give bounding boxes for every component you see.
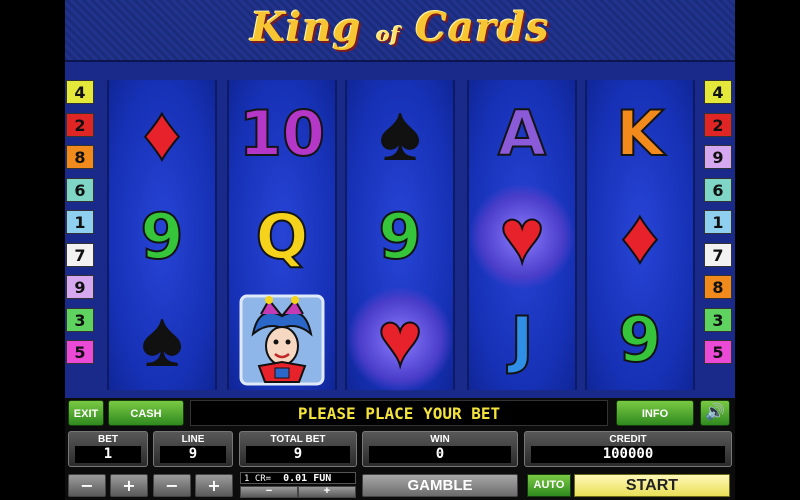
line-indicator-right-6: 6 [704, 177, 732, 202]
gamble-button[interactable]: GAMBLE [362, 474, 518, 497]
reel-5: K ♦ 9 [585, 80, 695, 390]
ten-symbol: 10 [238, 96, 326, 171]
bet-panel: BET 1 [68, 431, 148, 467]
reel-cell: Q [229, 185, 335, 288]
win-label: WIN [430, 434, 450, 445]
line-indicator-right-7: 7 [704, 242, 732, 267]
speaker-icon[interactable]: 🔊 [700, 400, 730, 426]
reel-cell: ♠ [347, 82, 453, 185]
cash-button[interactable]: CASH [108, 400, 184, 426]
diamond-icon: ♦ [142, 90, 183, 176]
line-indicator-left-1: 1 [66, 210, 94, 234]
spade-icon: ♠ [141, 296, 183, 382]
reel-cell [229, 288, 335, 391]
line-plus-button[interactable]: + [195, 474, 233, 497]
credit-value: 100000 [531, 446, 725, 463]
game-title: King of Cards [65, 4, 735, 51]
auto-button[interactable]: AUTO [527, 474, 571, 497]
line-indicator-right-1: 1 [704, 210, 732, 234]
line-indicator-right-3: 3 [704, 307, 732, 332]
line-indicator-right-8: 8 [704, 275, 732, 299]
left-line-indicators: 4 2 8 6 1 7 9 3 5 [66, 80, 96, 373]
line-indicator-left-5: 5 [66, 340, 94, 364]
reel-4: A ♥ J [467, 80, 577, 390]
coin-stepper: − + [240, 486, 356, 498]
title-of: of [376, 22, 401, 46]
line-indicator-right-4: 4 [704, 80, 732, 104]
right-line-indicators: 4 2 9 6 1 7 8 3 5 [704, 80, 734, 373]
coin-label: 1 CR= [244, 474, 272, 484]
heart-icon: ♥ [376, 296, 423, 382]
reel-1: ♦ 9 ♠ [107, 80, 217, 390]
title-king: King [250, 4, 362, 51]
line-value: 9 [160, 446, 226, 463]
credit-panel: CREDIT 100000 [524, 431, 732, 467]
message-display: PLEASE PLACE YOUR BET [190, 400, 608, 426]
line-indicator-right-9: 9 [704, 145, 732, 169]
coin-value-display: 1 CR= 0.01 FUN [240, 472, 356, 484]
reel-cell: ♦ [587, 185, 693, 288]
line-indicator-right-5: 5 [704, 340, 732, 364]
nine-symbol: 9 [139, 199, 184, 274]
reel-3: ♠ 9 ♥ [345, 80, 455, 391]
line-panel: LINE 9 [153, 431, 233, 467]
spade-icon: ♠ [379, 90, 421, 176]
bet-minus-button[interactable]: − [68, 474, 106, 497]
total-bet-panel: TOTAL BET 9 [239, 431, 357, 467]
title-bar: King of Cards [65, 0, 735, 62]
reel-cell: ♥ [469, 185, 575, 288]
start-button[interactable]: START [574, 474, 730, 497]
reel-cell: A [469, 82, 575, 185]
line-label: LINE [181, 434, 205, 445]
nine-symbol: 9 [377, 199, 422, 274]
reel-cell: 9 [109, 185, 215, 288]
reel-cell: K [587, 82, 693, 185]
coin-value: 0.01 FUN [283, 473, 332, 484]
exit-button[interactable]: EXIT [68, 400, 104, 426]
total-bet-value: 9 [246, 446, 350, 463]
heart-icon: ♥ [498, 193, 545, 279]
line-indicator-left-7: 7 [66, 242, 94, 267]
bet-value: 1 [75, 446, 141, 463]
line-minus-button[interactable]: − [153, 474, 191, 497]
reel-cell: 10 [229, 82, 335, 185]
line-indicator-left-6: 6 [66, 177, 94, 202]
king-symbol: K [615, 96, 665, 171]
diamond-icon: ♦ [620, 193, 661, 279]
ace-symbol: A [497, 96, 547, 171]
jack-symbol: J [509, 302, 534, 377]
line-indicator-left-8: 8 [66, 145, 94, 169]
coin-minus-button[interactable]: − [240, 486, 298, 498]
bet-plus-button[interactable]: + [110, 474, 148, 497]
line-indicator-left-4: 4 [66, 80, 94, 104]
win-panel: WIN 0 [362, 431, 518, 467]
line-indicator-left-9: 9 [66, 275, 94, 299]
reel-cell: 9 [347, 185, 453, 288]
credit-label: CREDIT [609, 434, 647, 445]
reel-cell: 9 [587, 288, 693, 391]
title-cards: Cards [415, 4, 550, 51]
win-value: 0 [369, 446, 511, 463]
total-bet-label: TOTAL BET [270, 434, 326, 445]
line-indicator-left-3: 3 [66, 307, 94, 332]
reel-cell: ♠ [109, 288, 215, 391]
queen-symbol: Q [255, 199, 310, 274]
reel-cell: ♦ [109, 82, 215, 185]
reel-2: 10 Q [227, 80, 337, 390]
bet-label: BET [98, 434, 118, 445]
reel-cell: J [469, 288, 575, 391]
info-button[interactable]: INFO [616, 400, 694, 426]
line-indicator-right-2: 2 [704, 112, 732, 137]
nine-symbol: 9 [617, 302, 662, 377]
coin-plus-button[interactable]: + [298, 486, 356, 498]
line-indicator-left-2: 2 [66, 112, 94, 137]
joker-icon [239, 294, 325, 385]
reel-cell: ♥ [347, 288, 453, 391]
